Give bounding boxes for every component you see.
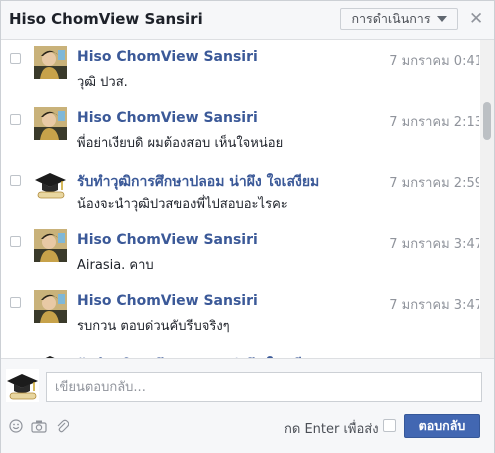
sender-name[interactable]: Hiso ChomView Sansiri	[77, 110, 258, 126]
sender-name[interactable]: Hiso ChomView Sansiri	[77, 232, 258, 248]
scrollbar-thumb[interactable]	[483, 102, 491, 140]
message-checkbox[interactable]	[10, 114, 21, 125]
message-text: รบกวน ตอบด่วนคับรีบจริงๆ	[77, 319, 230, 334]
message-date: 7 มกราคม 2:13	[389, 115, 479, 130]
reply-composer: กด Enter เพื่อส่ง ตอบกลับ	[1, 358, 494, 453]
message-date: 7 มกราคม 3:47	[389, 237, 479, 252]
graduation-cap-icon	[6, 369, 39, 402]
conversation-title: Hiso ChomView Sansiri	[9, 10, 203, 28]
scrollbar[interactable]	[480, 40, 494, 358]
message-checkbox[interactable]	[10, 53, 21, 64]
actions-dropdown[interactable]: การดำเนินการ	[340, 8, 458, 30]
message-date: 7 มกราคม 0:41	[389, 54, 479, 69]
message-text: วุฒิ ปวส.	[77, 75, 128, 90]
press-enter-checkbox[interactable]	[383, 419, 396, 432]
message-checkbox[interactable]	[10, 297, 21, 308]
reply-button[interactable]: ตอบกลับ	[404, 414, 480, 438]
graduation-cap-icon[interactable]	[34, 168, 67, 201]
message-row[interactable]: Hiso ChomView Sansiri 7 มกราคม 3:47 รบกว…	[1, 284, 479, 345]
message-row[interactable]: Hiso ChomView Sansiri 7 มกราคม 2:13 พี่อ…	[1, 101, 479, 162]
message-row[interactable]: รับทำวุฒิการศึกษาปลอม น่าผึง ใจเสงียม 7 …	[1, 162, 479, 223]
message-list[interactable]: Hiso ChomView Sansiri 7 มกราคม 0:41 วุฒิ…	[1, 40, 479, 358]
avatar[interactable]	[34, 229, 67, 262]
graduation-cap-icon[interactable]	[34, 351, 67, 358]
avatar[interactable]	[34, 107, 67, 140]
close-icon[interactable]: ✕	[469, 9, 483, 29]
chevron-down-icon	[436, 16, 447, 22]
message-text: พี่อย่าเงียบดิ ผมต้องสอบ เห็นใจหน่อย	[77, 136, 284, 151]
message-checkbox[interactable]	[10, 236, 21, 247]
message-date: 7 มกราคม 2:59	[389, 176, 479, 191]
message-date: 7 มกราคม 3:47	[389, 298, 479, 313]
sender-name[interactable]: รับทำวุฒิการศึกษาปลอม น่าผึง ใจเสงียม	[77, 171, 319, 193]
attach-icon[interactable]	[55, 419, 69, 433]
message-row[interactable]: Hiso ChomView Sansiri 7 มกราคม 3:47 Aira…	[1, 223, 479, 284]
sender-name[interactable]: Hiso ChomView Sansiri	[77, 49, 258, 65]
message-text: น้องจะนำวุฒิปวสของพี่ไปสอบอะไรคะ	[77, 197, 288, 212]
sender-name[interactable]: Hiso ChomView Sansiri	[77, 293, 258, 309]
message-row[interactable]: Hiso ChomView Sansiri 7 มกราคม 0:41 วุฒิ…	[1, 40, 479, 101]
reply-input[interactable]	[46, 372, 482, 402]
press-enter-label: กด Enter เพื่อส่ง	[284, 422, 379, 437]
actions-label: การดำเนินการ	[351, 11, 431, 26]
composer-tools	[9, 419, 69, 433]
message-text: Airasia. คาบ	[77, 258, 154, 273]
avatar[interactable]	[34, 46, 67, 79]
conversation-header: Hiso ChomView Sansiri การดำเนินการ ✕	[1, 1, 494, 40]
camera-icon[interactable]	[31, 419, 47, 433]
emoji-icon[interactable]	[9, 419, 23, 433]
message-row-partial[interactable]: รับทำวุฒิการศึกษาปลอม น่าผึง ใจเสงียม	[1, 345, 479, 358]
message-checkbox[interactable]	[10, 175, 21, 186]
message-window: Hiso ChomView Sansiri การดำเนินการ ✕ His…	[0, 0, 495, 453]
avatar[interactable]	[34, 290, 67, 323]
